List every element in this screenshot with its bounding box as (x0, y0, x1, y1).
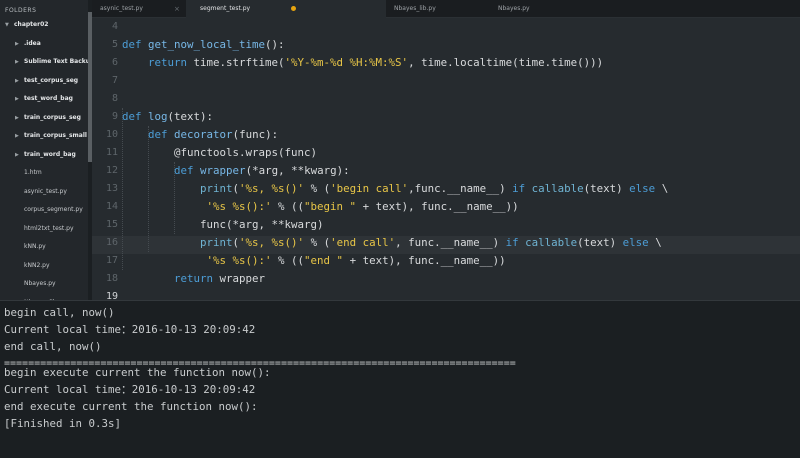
folder-closed-arrow-icon[interactable]: ▶ (15, 146, 19, 165)
file-item[interactable]: kNN2.py (0, 257, 88, 276)
line-number: 14 (105, 201, 118, 212)
tab-nbayes-lib[interactable]: Nbayes_lib.py (386, 0, 486, 18)
folder-item[interactable]: ▶ train_word_bag (0, 146, 88, 165)
tab-asynic-test[interactable]: asynic_test.py × (92, 0, 186, 18)
code-line: @functools.wraps(func) (122, 146, 318, 159)
line-number: 7 (111, 75, 118, 86)
tab-nbayes[interactable]: Nbayes.py (486, 0, 596, 18)
file-item[interactable]: corpus_segment.py (0, 201, 88, 220)
file-item[interactable]: Nbayes.py (0, 275, 88, 294)
code-line: '%s %s():' % (("end " + text), func.__na… (206, 254, 506, 267)
line-number: 8 (111, 93, 118, 104)
folder-closed-arrow-icon[interactable]: ▶ (15, 90, 19, 109)
tree-item-label: .idea (24, 39, 41, 47)
output-line: Current local time：2016-10-13 20:09:42 (4, 383, 256, 396)
line-number: 6 (111, 57, 118, 68)
line-number: 13 (105, 183, 118, 194)
folder-item[interactable]: ▶ Sublime Text Backups (0, 53, 88, 72)
line-number: 17 (105, 255, 118, 266)
finished-status: [Finished in 0.3s] (4, 417, 122, 430)
tree-item-label: test_word_bag (24, 95, 73, 102)
folder-open-arrow-icon[interactable]: ▼ (5, 16, 9, 35)
tree-item-label: corpus_segment.py (24, 206, 83, 213)
code-line: def decorator(func): (148, 128, 279, 141)
tree-item-label: Nbayes.py (24, 280, 56, 287)
tab-segment-test[interactable]: segment_test.py (186, 0, 386, 18)
folder-item[interactable]: ▶ train_corpus_small (0, 127, 88, 146)
tree-item-label: kNN.py (24, 243, 46, 250)
folder-item[interactable]: ▶ train_corpus_seg (0, 109, 88, 128)
tree-item-label: 1.htm (24, 169, 42, 176)
tree-item-label: chapter02 (14, 21, 49, 28)
line-number: 9 (111, 111, 118, 122)
code-line: def wrapper(*arg, **kwarg): (174, 164, 350, 177)
tab-label: asynic_test.py (100, 5, 143, 12)
code-line: def get_now_local_time(): (122, 38, 285, 51)
output-line: begin call, now() (4, 306, 115, 319)
file-item[interactable]: 1.htm (0, 164, 88, 183)
line-number: 15 (105, 219, 118, 230)
code-line: def log(text): (122, 110, 214, 123)
folder-closed-arrow-icon[interactable]: ▶ (15, 35, 19, 54)
file-tree: ▼ chapter02 ▶ .idea ▶ Sublime Text Backups ▶ te… (0, 16, 88, 300)
folder-item[interactable]: ▶ test_word_bag (0, 90, 88, 109)
file-item[interactable]: kNN.py (0, 238, 88, 257)
line-number: 18 (105, 273, 118, 284)
folder-closed-arrow-icon[interactable]: ▶ (15, 53, 19, 72)
sidebar: FOLDERS ▼ chapter02 ▶ .idea ▶ Sublime Text Ba… (0, 0, 88, 300)
file-item[interactable]: html2txt_test.py (0, 220, 88, 239)
folder-item[interactable]: ▶ test_corpus_seg (0, 72, 88, 91)
folder-closed-arrow-icon[interactable]: ▶ (15, 127, 19, 146)
tree-item-label: train_corpus_small (24, 132, 87, 139)
close-icon[interactable]: × (174, 0, 180, 18)
code-line: '%s %s():' % (("begin " + text), func.__… (206, 200, 519, 213)
line-number: 4 (111, 21, 118, 32)
build-output-panel[interactable]: begin call, now() Current local time：201… (0, 300, 800, 458)
code-line: return wrapper (174, 272, 266, 285)
folder-item[interactable]: ▶ .idea (0, 35, 88, 54)
code-line: print('%s, %s()' % ('end call', func.__n… (200, 236, 662, 249)
tree-item-label: Sublime Text Backups (24, 58, 88, 65)
output-line: begin execute current the function now()… (4, 366, 271, 379)
line-number: 12 (105, 165, 118, 176)
tab-label: Nbayes_lib.py (394, 5, 436, 12)
line-number-gutter: 45678910111213141516171819202122 (92, 18, 118, 300)
code-line: print('%s, %s()' % ('begin call',func.__… (200, 182, 669, 195)
line-number: 11 (105, 147, 118, 158)
tab-bar: asynic_test.py × segment_test.py Nbayes_… (92, 0, 800, 18)
tree-item-label: html2txt_test.py (24, 224, 74, 232)
tree-item-label: train_word_bag (24, 150, 76, 158)
line-number: 5 (111, 39, 118, 50)
tree-item-label: train_corpus_seg (24, 113, 81, 121)
tab-label: segment_test.py (200, 5, 251, 12)
code-line: func(*arg, **kwarg) (122, 218, 324, 231)
folder-closed-arrow-icon[interactable]: ▶ (15, 72, 19, 91)
file-item[interactable]: asynic_test.py (0, 183, 88, 202)
output-line: end execute current the function now(): (4, 400, 258, 413)
folder-item[interactable]: ▼ chapter02 (0, 16, 88, 35)
unsaved-dot-icon (291, 6, 296, 11)
output-line: end call, now() (4, 340, 102, 353)
line-number: 16 (105, 237, 118, 248)
code-editor[interactable]: 45678910111213141516171819202122 def get… (92, 18, 800, 300)
folder-closed-arrow-icon[interactable]: ▶ (15, 109, 19, 128)
code-line: return time.strftime('%Y-%m-%d %H:%M:%S'… (148, 56, 604, 69)
tree-item-label: asynic_test.py (24, 187, 67, 195)
folders-header: FOLDERS (5, 7, 37, 14)
tab-label: Nbayes.py (498, 5, 530, 12)
line-number: 10 (105, 129, 118, 140)
line-number: 19 (105, 291, 118, 300)
tree-item-label: test_corpus_seg (24, 76, 79, 84)
tree-item-label: kNN2.py (24, 261, 50, 269)
output-line: Current local time：2016-10-13 20:09:42 (4, 323, 256, 336)
